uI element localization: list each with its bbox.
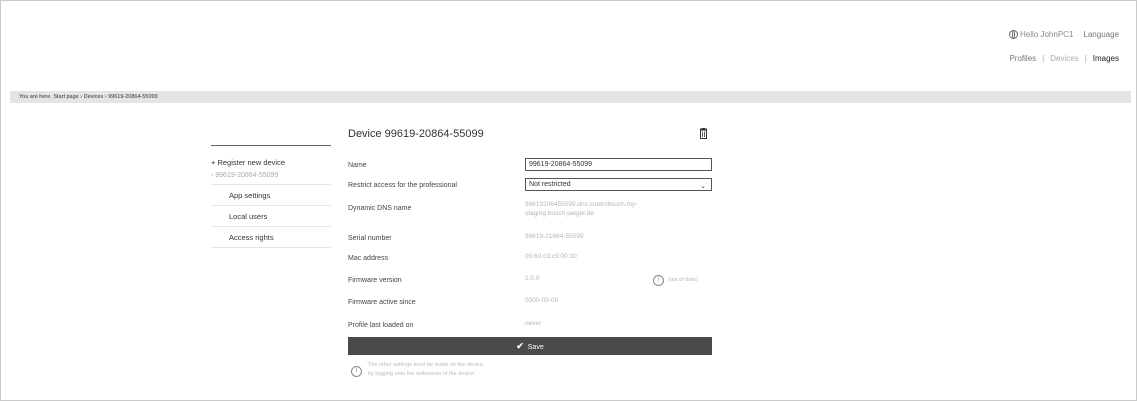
mac-label: Mac address — [348, 255, 389, 262]
sidebar-item-app-settings[interactable]: App settings — [211, 185, 331, 206]
firmware-active-label: Firmware active since — [348, 299, 416, 306]
breadcrumb-devices[interactable]: Devices — [84, 94, 104, 100]
info-icon: i — [351, 366, 362, 377]
register-device-link[interactable]: + Register new device — [211, 158, 331, 167]
name-input[interactable]: 99619-20864-55099 — [525, 158, 712, 171]
restrict-access-value: Not restricted — [529, 181, 571, 188]
user-greeting[interactable]: Hello JohnPC1 — [1020, 30, 1073, 39]
checkmark-icon: ✔ — [516, 341, 524, 351]
firmware-value: 1.0.0 — [525, 275, 540, 282]
language-link[interactable]: Language — [1083, 30, 1119, 39]
save-label: Save — [527, 344, 544, 351]
restrict-access-select[interactable]: Not restricted ⌄ — [525, 178, 712, 191]
chevron-down-icon: ⌄ — [700, 183, 706, 190]
mac-value: 00:60:c3:c9:00:30 — [525, 253, 577, 260]
nav-images[interactable]: Images — [1093, 54, 1119, 63]
restrict-access-label: Restrict access for the professional — [348, 182, 457, 189]
ddns-value-line1: 99619206455099.dns.controllouch.my- — [525, 201, 638, 208]
nav-separator: | — [1084, 54, 1087, 63]
nav-profiles[interactable]: Profiles — [1009, 54, 1036, 63]
footnote: The other settings must be made on the d… — [368, 361, 588, 379]
breadcrumb-separator: › — [104, 94, 107, 100]
breadcrumb-separator: › — [80, 94, 83, 100]
globe-icon — [1009, 30, 1019, 39]
page-title: Device 99619-20864-55099 — [348, 128, 484, 140]
breadcrumb: You are here Start page › Devices › 9961… — [10, 91, 1131, 103]
breadcrumb-start-page[interactable]: Start page — [53, 94, 78, 100]
sidebar-divider — [211, 145, 331, 146]
nav-separator: | — [1042, 54, 1045, 63]
save-button[interactable]: ✔ Save — [348, 337, 712, 355]
firmware-label: Firmware version — [348, 277, 402, 284]
breadcrumb-prefix: You are here — [19, 94, 51, 100]
nav-devices[interactable]: Devices — [1050, 54, 1078, 63]
footnote-line1: The other settings must be made on the d… — [368, 362, 485, 368]
firmware-status: (out of date) — [668, 277, 698, 283]
ddns-label: Dynamic DNS name — [348, 205, 412, 212]
sidebar: + Register new device › 99619-20864-5509… — [211, 145, 331, 248]
sidebar-item-local-users[interactable]: Local users — [211, 206, 331, 227]
top-navigation: Hello JohnPC1 Language Profiles | Device… — [1009, 30, 1119, 63]
serial-label: Serial number — [348, 235, 392, 242]
sidebar-item-access-rights[interactable]: Access rights — [211, 227, 331, 248]
trash-icon[interactable] — [699, 128, 708, 139]
profile-loaded-value: never — [525, 320, 542, 327]
sidebar-item-device[interactable]: › 99619-20864-55099 — [211, 172, 331, 185]
serial-value: 99619-21864-55099 — [525, 233, 584, 240]
ddns-value-line2: staging.busch-jaeger.de — [525, 210, 595, 217]
name-label: Name — [348, 162, 367, 169]
footnote-line2: by logging onto the webserver of the dev… — [368, 371, 476, 377]
breadcrumb-device: 99619-20864-55099 — [108, 94, 158, 100]
profile-loaded-label: Profile last loaded on — [348, 322, 414, 329]
info-icon[interactable]: i — [653, 275, 664, 286]
user-menu[interactable]: Hello JohnPC1 — [1009, 30, 1073, 39]
firmware-active-value: 0000-00-00 — [525, 297, 559, 304]
